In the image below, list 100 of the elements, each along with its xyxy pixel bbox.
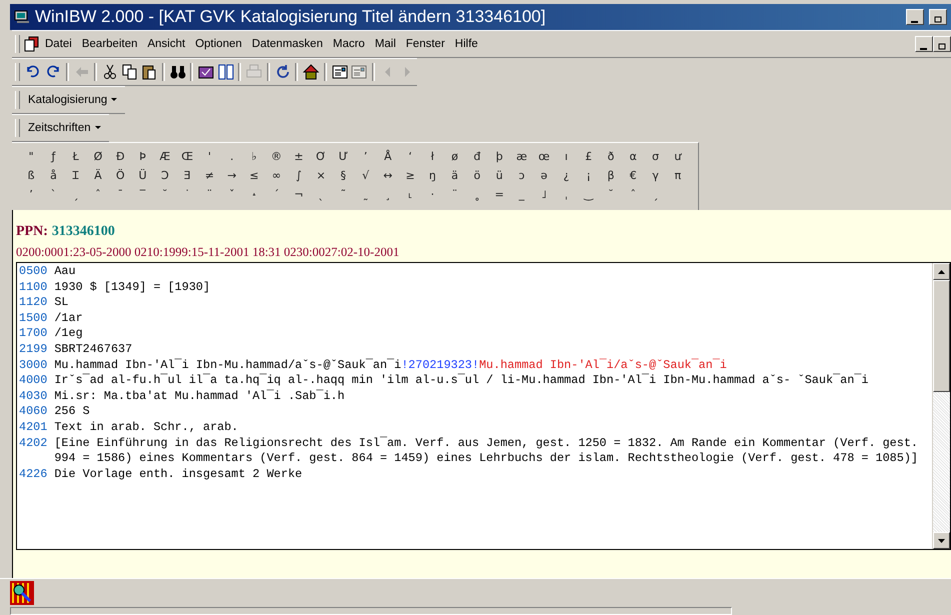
character-key[interactable]: Ơ <box>310 147 332 166</box>
menu-item[interactable]: Datei <box>40 36 77 52</box>
character-key[interactable]: ˋ <box>42 185 65 204</box>
character-key[interactable]: ¸ <box>376 185 400 204</box>
character-key[interactable]: ı <box>555 147 578 166</box>
menu-item[interactable]: Bearbeiten <box>76 36 142 52</box>
character-key[interactable]: ± <box>288 147 310 166</box>
menu-item[interactable]: Optionen <box>190 36 247 52</box>
character-key[interactable]: ≥ <box>399 166 422 185</box>
character-key[interactable]: Þ <box>131 147 154 166</box>
character-key[interactable]: ˏ <box>644 185 667 204</box>
character-key[interactable]: √ <box>354 166 377 185</box>
character-key[interactable]: ß <box>20 166 42 185</box>
character-key[interactable]: ≤ <box>242 166 266 185</box>
minimize-button[interactable] <box>915 36 933 52</box>
character-key[interactable]: Ł <box>64 147 87 166</box>
character-key[interactable]: ¨ <box>444 185 466 204</box>
character-key[interactable]: ˘ <box>154 185 176 204</box>
character-key[interactable]: ˳ <box>466 185 488 204</box>
character-key[interactable]: ŋ <box>421 166 444 185</box>
character-key[interactable]: ˆ <box>86 185 110 204</box>
character-key[interactable]: ä <box>444 166 466 185</box>
character-key[interactable]: ¨ <box>198 185 221 204</box>
character-key[interactable]: ® <box>265 147 288 166</box>
character-key[interactable]: ł <box>421 147 444 166</box>
character-key[interactable]: ˷ <box>354 185 377 204</box>
menu-item[interactable]: Macro <box>328 36 370 52</box>
character-key[interactable]: ö <box>466 166 488 185</box>
character-key[interactable]: Å <box>376 147 400 166</box>
house-icon[interactable] <box>301 62 321 82</box>
vertical-scrollbar[interactable] <box>932 263 950 549</box>
character-key[interactable]: → <box>220 166 243 185</box>
toolbar-dropdown[interactable]: Katalogisierung <box>24 92 122 108</box>
character-key[interactable]: Ǝ <box>176 166 198 185</box>
character-key[interactable]: ¡ <box>577 166 600 185</box>
character-key[interactable]: ˉ <box>109 185 132 204</box>
character-key[interactable]: đ <box>466 147 488 166</box>
character-key[interactable]: ü <box>488 166 511 185</box>
copy-icon[interactable] <box>120 62 140 82</box>
character-key[interactable]: π <box>666 166 689 185</box>
character-key[interactable]: _ <box>510 185 533 204</box>
character-key[interactable]: ư <box>666 147 689 166</box>
character-key[interactable]: Ø <box>86 147 110 166</box>
character-key[interactable]: ♭ <box>242 147 266 166</box>
columns-icon[interactable] <box>216 62 236 82</box>
character-key[interactable]: € <box>622 166 644 185</box>
character-key[interactable]: œ <box>532 147 556 166</box>
record-editor[interactable] <box>16 262 951 550</box>
character-key[interactable]: ð <box>600 147 622 166</box>
character-key[interactable]: ˪ <box>399 185 422 204</box>
character-key[interactable]: £ <box>577 147 600 166</box>
menu-item[interactable]: Datenmasken <box>246 36 328 52</box>
character-key[interactable]: Ä <box>86 166 110 185</box>
character-key[interactable]: ʼ <box>354 147 377 166</box>
character-key[interactable]: = <box>488 185 511 204</box>
character-key[interactable]: Đ <box>109 147 132 166</box>
character-key[interactable]: ˆ <box>622 185 644 204</box>
character-key[interactable]: § <box>332 166 354 185</box>
toolbar-dropdown[interactable]: Zeitschriften <box>24 120 105 136</box>
menu-item[interactable]: Hilfe <box>450 36 483 52</box>
character-key[interactable]: ˏ <box>64 185 87 204</box>
character-key[interactable]: · <box>421 185 444 204</box>
character-key[interactable]: α <box>622 147 644 166</box>
character-key[interactable]: ˜ <box>332 185 354 204</box>
scroll-up-button[interactable] <box>933 263 950 280</box>
character-key[interactable]: å <box>42 166 65 185</box>
minimize-button[interactable] <box>906 9 924 25</box>
character-key[interactable]: ‿ <box>577 185 600 204</box>
character-key[interactable]: ‾ <box>131 185 154 204</box>
character-key[interactable]: ʼ <box>20 185 42 204</box>
character-key[interactable]: ˇ <box>220 185 243 204</box>
character-key[interactable]: ˘ <box>600 185 622 204</box>
character-key[interactable]: ≠ <box>198 166 221 185</box>
character-key[interactable]: ˊ <box>265 185 288 204</box>
character-key[interactable]: σ <box>644 147 667 166</box>
menu-item[interactable]: Ansicht <box>142 36 190 52</box>
character-key[interactable]: þ <box>488 147 511 166</box>
character-key[interactable]: Æ <box>154 147 176 166</box>
character-key[interactable]: ' <box>198 147 221 166</box>
character-key[interactable]: ↔ <box>376 166 400 185</box>
character-key[interactable]: ɔ <box>510 166 533 185</box>
character-key[interactable]: β <box>600 166 622 185</box>
character-key[interactable]: æ <box>510 147 533 166</box>
character-key[interactable]: Ɔ <box>154 166 176 185</box>
character-key[interactable]: ƒ <box>42 147 65 166</box>
character-key[interactable]: Ü <box>131 166 154 185</box>
menu-item[interactable]: Fenster <box>400 36 450 52</box>
character-key[interactable]: ∫ <box>288 166 310 185</box>
character-key[interactable]: ø <box>444 147 466 166</box>
scroll-down-button[interactable] <box>933 532 950 549</box>
character-key[interactable]: ʻ <box>399 147 422 166</box>
character-key[interactable]: γ <box>644 166 667 185</box>
character-key[interactable]: ˌ <box>555 185 578 204</box>
character-key[interactable]: Ɪ <box>64 166 87 185</box>
character-key[interactable]: × <box>310 166 332 185</box>
character-key[interactable]: ¬ <box>288 185 310 204</box>
character-key[interactable]: " <box>20 147 42 166</box>
restore-button[interactable] <box>933 36 951 52</box>
character-key[interactable]: ∞ <box>265 166 288 185</box>
character-key[interactable]: . <box>220 147 243 166</box>
